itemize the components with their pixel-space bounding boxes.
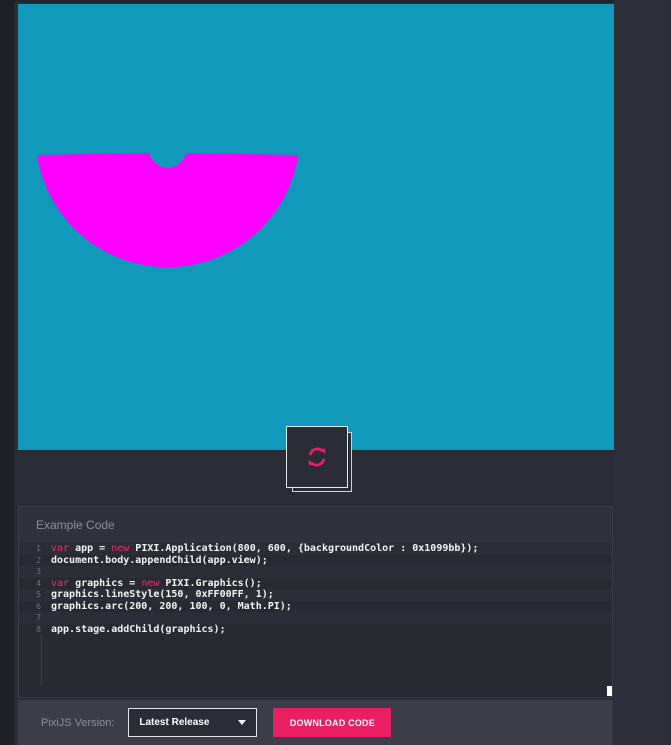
editor-gutter-line [41,635,42,685]
version-select[interactable]: Latest Release [128,708,258,737]
right-side-panel [614,0,671,745]
line-number: 2 [36,555,41,565]
line-number: 5 [36,590,41,599]
code-line: 4 var graphics = new PIXI.Graphics(); [19,578,612,590]
code-panel: Example Code 1 var app = new PIXI.Applic… [18,506,613,698]
line-number: 8 [36,624,41,634]
code-line-text: graphics.arc(200, 200, 100, 0, Math.PI); [51,600,292,612]
code-panel-title: Example Code [36,518,115,532]
refresh-icon [308,447,326,467]
chevron-down-icon [238,720,247,725]
code-line-text: var app = new PIXI.Application(800, 600,… [51,543,479,554]
line-number: 1 [36,544,41,553]
code-line-text: graphics.lineStyle(150, 0xFF00FF, 1); [51,589,274,600]
code-line: 3 [19,566,612,578]
code-line: 8 app.stage.addChild(graphics); [19,624,612,636]
top-border [0,0,671,3]
download-code-button[interactable]: DOWNLOAD CODE [273,708,392,737]
magenta-arc-shape [37,153,298,268]
pixi-canvas[interactable] [18,4,614,450]
line-number: 7 [36,613,41,622]
code-editor[interactable]: 1 var app = new PIXI.Application(800, 60… [19,543,612,697]
code-line: 2 document.body.appendChild(app.view); [19,555,612,567]
code-line: 1 var app = new PIXI.Application(800, 60… [19,543,612,555]
code-line: 5 graphics.lineStyle(150, 0xFF00FF, 1); [19,589,612,601]
code-line: 7 [19,612,612,624]
line-number: 6 [36,601,41,611]
refresh-button[interactable] [286,426,348,488]
canvas-drawing [37,153,298,268]
line-number: 3 [36,567,41,576]
version-label: PixiJS Version: [41,716,115,729]
code-line-text: app.stage.addChild(graphics); [51,623,226,635]
code-line: 6 graphics.arc(200, 200, 100, 0, Math.PI… [19,601,612,613]
editor-scrollbar[interactable] [607,686,612,696]
version-select-value: Latest Release [139,717,210,728]
code-footer: PixiJS Version: Latest Release DOWNLOAD … [18,700,613,745]
code-line-text: document.body.appendChild(app.view); [51,554,268,566]
line-number: 4 [36,578,41,588]
left-gutter [0,0,14,745]
code-line-text: var graphics = new PIXI.Graphics(); [51,577,262,589]
